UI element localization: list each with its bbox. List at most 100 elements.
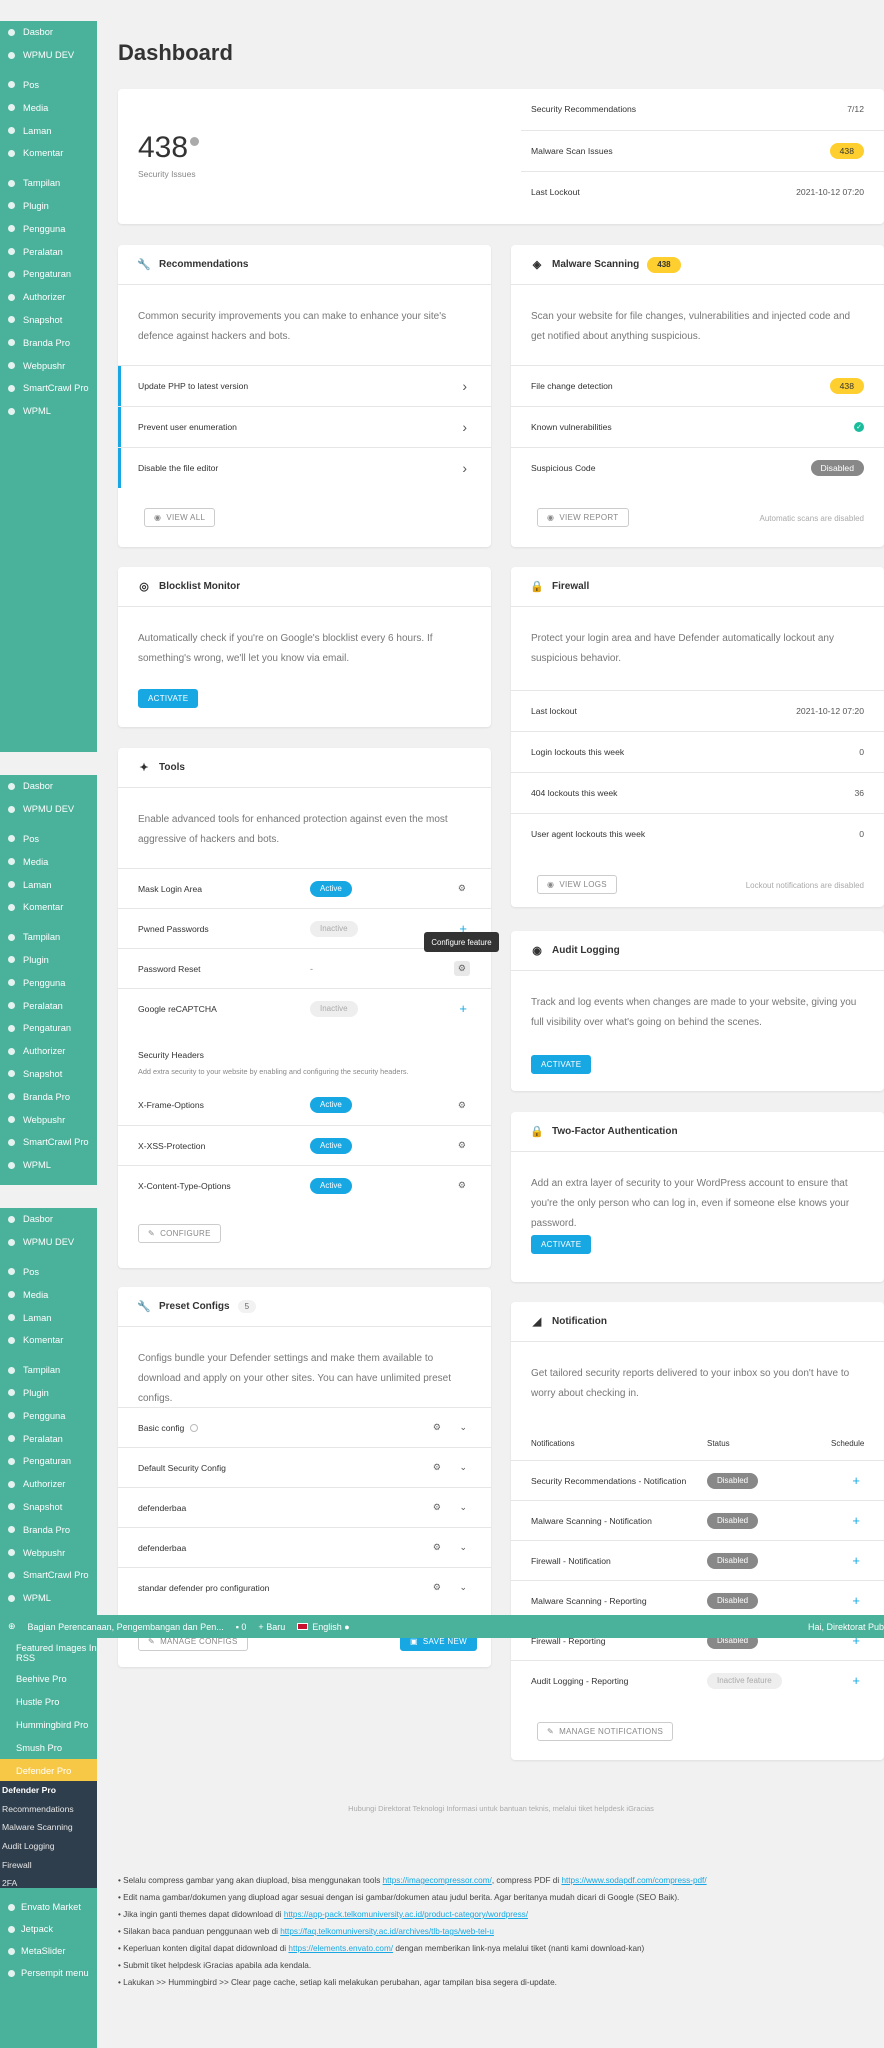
sidebar-item-authorizer[interactable]: Authorizer — [0, 286, 97, 309]
sidebar-item-defender-pro[interactable]: Defender Pro — [0, 1759, 97, 1782]
sidebar-item-featured-images-in-rss[interactable]: Featured Images In RSS — [0, 1638, 97, 1668]
sidebar-item-wpml[interactable]: WPML — [0, 1154, 97, 1177]
sidebar-item-komentar[interactable]: Komentar — [0, 142, 97, 165]
sidebar-item-laman[interactable]: Laman — [0, 1306, 97, 1329]
sidebar-item-smartcrawl-pro[interactable]: SmartCrawl Pro — [0, 1564, 97, 1587]
chevron-down-icon[interactable]: ⌄ — [459, 1502, 467, 1513]
sidebar-item-peralatan[interactable]: Peralatan — [0, 240, 97, 263]
language-switcher[interactable]: English ● — [297, 1622, 350, 1632]
recommendation-item[interactable]: Prevent user enumeration › — [118, 406, 491, 447]
gear-icon[interactable]: ⚙ — [458, 1140, 466, 1151]
sidebar-item-dasbor[interactable]: Dasbor — [0, 1208, 97, 1231]
sidebar-item-wpmu-dev[interactable]: WPMU DEV — [0, 44, 97, 67]
sidebar-item-peralatan[interactable]: Peralatan — [0, 994, 97, 1017]
plus-icon[interactable]: + — [459, 1001, 467, 1016]
sidebar-item-tampilan[interactable]: Tampilan — [0, 172, 97, 195]
sidebar-item-pengaturan[interactable]: Pengaturan — [0, 1450, 97, 1473]
preset-row[interactable]: Basic config ⚙ ⌄ — [118, 1407, 491, 1447]
blocklist-activate-button[interactable]: ACTIVATE — [138, 689, 199, 708]
preset-row[interactable]: defenderbaa ⚙ ⌄ — [118, 1527, 491, 1567]
sidebar-item-authorizer[interactable]: Authorizer — [0, 1040, 97, 1063]
chevron-down-icon[interactable]: ⌄ — [459, 1462, 467, 1473]
account-greeting[interactable]: Hai, Direktorat Pub — [808, 1622, 884, 1632]
gear-icon[interactable]: ⚙ — [433, 1502, 441, 1513]
plus-icon[interactable]: + — [852, 1473, 860, 1488]
sidebar-item-authorizer[interactable]: Authorizer — [0, 1473, 97, 1496]
link-sodapdf[interactable]: https://www.sodapdf.com/compress-pdf/ — [561, 1876, 706, 1885]
gear-icon[interactable]: ⚙ — [453, 961, 470, 976]
sidebar-item-tampilan[interactable]: Tampilan — [0, 926, 97, 949]
sidebar-item-wpml[interactable]: WPML — [0, 400, 97, 423]
sidebar-item-jetpack[interactable]: Jetpack — [0, 1918, 97, 1940]
link-imagecompressor[interactable]: https://imagecompressor.com/ — [383, 1876, 492, 1885]
sidebar-item-plugin[interactable]: Plugin — [0, 949, 97, 972]
sidebar-item-wpmu-dev[interactable]: WPMU DEV — [0, 798, 97, 821]
comments-link[interactable]: ▪ 0 — [236, 1622, 247, 1632]
plus-icon[interactable]: + — [852, 1673, 860, 1688]
sidebar-item-envato-market[interactable]: Envato Market — [0, 1896, 97, 1918]
plus-icon[interactable]: + — [852, 1513, 860, 1528]
view-logs-button[interactable]: ◉ VIEW LOGS — [537, 875, 617, 894]
chevron-down-icon[interactable]: ⌄ — [459, 1582, 467, 1593]
sidebar-item-beehive-pro[interactable]: Beehive Pro — [0, 1668, 97, 1691]
recommendation-item[interactable]: Update PHP to latest version › — [118, 365, 491, 406]
submenu-item-firewall[interactable]: Firewall — [0, 1855, 97, 1874]
preset-row[interactable]: defenderbaa ⚙ ⌄ — [118, 1487, 491, 1527]
site-name-link[interactable]: Bagian Perencanaan, Pengembangan dan Pen… — [28, 1622, 224, 1632]
preset-row[interactable]: standar defender pro configuration ⚙ ⌄ — [118, 1567, 491, 1607]
sidebar-item-branda-pro[interactable]: Branda Pro — [0, 331, 97, 354]
sidebar-item-pos[interactable]: Pos — [0, 828, 97, 851]
sidebar-item-branda-pro[interactable]: Branda Pro — [0, 1518, 97, 1541]
sidebar-item-plugin[interactable]: Plugin — [0, 195, 97, 218]
sidebar-item-snapshot[interactable]: Snapshot — [0, 1496, 97, 1519]
gear-icon[interactable]: ⚙ — [433, 1422, 441, 1433]
wp-logo-icon[interactable]: ⊕ — [8, 1621, 16, 1632]
submenu-item-malware-scanning[interactable]: Malware Scanning — [0, 1818, 97, 1837]
new-content-link[interactable]: + Baru — [258, 1622, 285, 1632]
sidebar-item-webpushr[interactable]: Webpushr — [0, 1108, 97, 1131]
sidebar-item-hummingbird-pro[interactable]: Hummingbird Pro — [0, 1714, 97, 1737]
sidebar-item-pengaturan[interactable]: Pengaturan — [0, 263, 97, 286]
submenu-item-audit-logging[interactable]: Audit Logging — [0, 1837, 97, 1856]
sidebar-item-laman[interactable]: Laman — [0, 119, 97, 142]
sidebar-item-pengguna[interactable]: Pengguna — [0, 1404, 97, 1427]
sidebar-item-smartcrawl-pro[interactable]: SmartCrawl Pro — [0, 1131, 97, 1154]
sidebar-item-persempit-menu[interactable]: Persempit menu — [0, 1962, 97, 1984]
gear-icon[interactable]: ⚙ — [433, 1582, 441, 1593]
sidebar-item-pengguna[interactable]: Pengguna — [0, 217, 97, 240]
sidebar-item-komentar[interactable]: Komentar — [0, 896, 97, 919]
sidebar-item-dasbor[interactable]: Dasbor — [0, 21, 97, 44]
sidebar-item-media[interactable]: Media — [0, 1283, 97, 1306]
sidebar-item-pos[interactable]: Pos — [0, 74, 97, 97]
sidebar-item-snapshot[interactable]: Snapshot — [0, 309, 97, 332]
sidebar-item-tampilan[interactable]: Tampilan — [0, 1359, 97, 1382]
sidebar-item-webpushr[interactable]: Webpushr — [0, 354, 97, 377]
chevron-down-icon[interactable]: ⌄ — [459, 1542, 467, 1553]
sidebar-item-hustle-pro[interactable]: Hustle Pro — [0, 1691, 97, 1714]
sidebar-item-pengaturan[interactable]: Pengaturan — [0, 1017, 97, 1040]
link-faq[interactable]: https://faq.telkomuniversity.ac.id/archi… — [280, 1927, 494, 1936]
plus-icon[interactable]: + — [852, 1593, 860, 1608]
sidebar-item-plugin[interactable]: Plugin — [0, 1382, 97, 1405]
sidebar-item-dasbor[interactable]: Dasbor — [0, 775, 97, 798]
preset-row[interactable]: Default Security Config ⚙ ⌄ — [118, 1447, 491, 1487]
submenu-item-defender-pro[interactable]: Defender Pro — [0, 1781, 97, 1800]
recommendation-item[interactable]: Disable the file editor › — [118, 447, 491, 488]
view-report-button[interactable]: ◉ VIEW REPORT — [537, 508, 629, 527]
sidebar-item-wpmu-dev[interactable]: WPMU DEV — [0, 1231, 97, 1254]
link-themes[interactable]: https://app-pack.telkomuniversity.ac.id/… — [284, 1910, 528, 1919]
sidebar-item-peralatan[interactable]: Peralatan — [0, 1427, 97, 1450]
gear-icon[interactable]: ⚙ — [433, 1542, 441, 1553]
chevron-down-icon[interactable]: ⌄ — [459, 1422, 467, 1433]
configure-button[interactable]: ✎ CONFIGURE — [138, 1224, 221, 1243]
sidebar-item-media[interactable]: Media — [0, 96, 97, 119]
view-all-button[interactable]: ◉ VIEW ALL — [144, 508, 216, 527]
gear-icon[interactable]: ⚙ — [433, 1462, 441, 1473]
sidebar-item-laman[interactable]: Laman — [0, 873, 97, 896]
sidebar-item-smartcrawl-pro[interactable]: SmartCrawl Pro — [0, 377, 97, 400]
manage-notifications-button[interactable]: ✎ MANAGE NOTIFICATIONS — [537, 1722, 674, 1741]
sidebar-item-media[interactable]: Media — [0, 850, 97, 873]
sidebar-item-pos[interactable]: Pos — [0, 1261, 97, 1284]
gear-icon[interactable]: ⚙ — [458, 1100, 466, 1111]
sidebar-item-branda-pro[interactable]: Branda Pro — [0, 1085, 97, 1108]
